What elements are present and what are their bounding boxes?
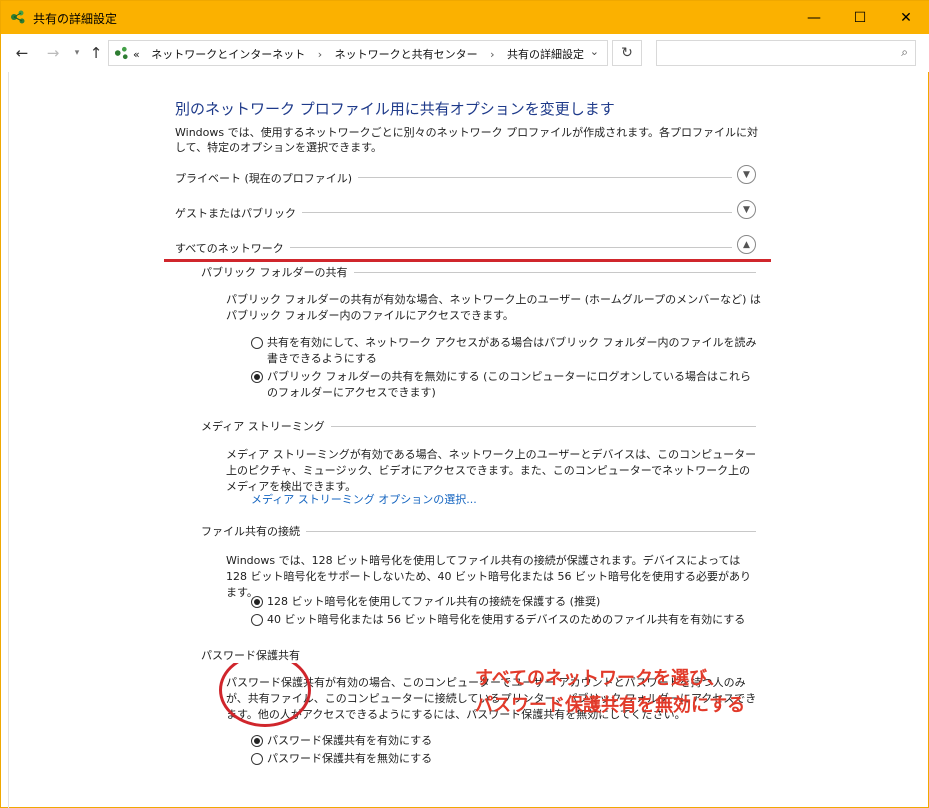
search-icon[interactable]: ⌕ [901, 45, 908, 60]
back-arrow-icon[interactable]: ← [12, 43, 32, 63]
address-dropdown-icon[interactable]: ⌄ [590, 45, 599, 58]
red-circle-annotation [219, 653, 311, 727]
breadcrumb-item[interactable]: ネットワークとインターネット [151, 48, 305, 61]
refresh-icon[interactable]: ↻ [612, 40, 642, 66]
annotation-line: パスワード保護共有を無効にする [475, 695, 746, 716]
minimize-button[interactable]: — [791, 1, 837, 34]
breadcrumb-item[interactable]: 共有の詳細設定 [507, 48, 584, 61]
search-input[interactable]: ⌕ [656, 40, 916, 66]
radio-button[interactable] [251, 753, 263, 765]
section-title: ファイル共有の接続 [201, 523, 306, 539]
section-password-sharing: パスワード保護共有 [201, 647, 756, 663]
page-description: Windows では、使用するネットワークごとに別々のネットワーク プロファイル… [175, 126, 758, 154]
radio-label[interactable]: パスワード保護共有を有効にする [267, 734, 432, 747]
title-bar: 共有の詳細設定 — ☐ ✕ [1, 1, 929, 34]
section-public-folder: パブリック フォルダーの共有 [201, 264, 756, 280]
chevron-down-icon[interactable]: ▼ [737, 165, 756, 184]
radio-label[interactable]: 128 ビット暗号化を使用してファイル共有の接続を保護する (推奨) [267, 595, 600, 608]
chevron-down-icon[interactable]: ▼ [737, 200, 756, 219]
section-title: パブリック フォルダーの共有 [201, 264, 354, 280]
window: 共有の詳細設定 — ☐ ✕ ← → ▾ ↑ « ネットワークとインターネット ›… [0, 0, 929, 808]
chevron-up-icon[interactable]: ▲ [737, 235, 756, 254]
address-toolbar: ← → ▾ ↑ « ネットワークとインターネット › ネットワークと共有センター… [1, 34, 929, 72]
close-button[interactable]: ✕ [883, 1, 929, 34]
radio-password-sharing-off[interactable]: パスワード保護共有を無効にする [251, 751, 761, 767]
radio-label[interactable]: パスワード保護共有を無効にする [267, 752, 432, 765]
breadcrumb: « ネットワークとインターネット › ネットワークと共有センター › 共有の詳細… [133, 46, 584, 62]
radio-label[interactable]: 共有を有効にして、ネットワーク アクセスがある場合はパブリック フォルダー内のフ… [267, 336, 757, 365]
radio-label[interactable]: パブリック フォルダーの共有を無効にする (このコンピューターにログオンしている… [267, 370, 751, 399]
section-title: パスワード保護共有 [201, 647, 306, 663]
radio-public-folder-disable[interactable]: パブリック フォルダーの共有を無効にする (このコンピューターにログオンしている… [251, 369, 761, 401]
radio-128bit-encryption[interactable]: 128 ビット暗号化を使用してファイル共有の接続を保護する (推奨) [251, 594, 761, 610]
section-title: メディア ストリーミング [201, 418, 331, 434]
profile-all-networks[interactable]: すべてのネットワーク ▲ [175, 235, 760, 260]
network-sharing-icon [11, 10, 25, 24]
section-text: パブリック フォルダーの共有が有効な場合、ネットワーク上のユーザー (ホームグル… [226, 293, 761, 322]
breadcrumb-overflow[interactable]: « [133, 48, 140, 61]
radio-label[interactable]: 40 ビット暗号化または 56 ビット暗号化を使用するデバイスのためのファイル共… [267, 613, 745, 626]
recent-locations-chevron-icon[interactable]: ▾ [67, 43, 87, 63]
section-text: メディア ストリーミングが有効である場合、ネットワーク上のユーザーとデバイスは、… [226, 448, 757, 493]
radio-password-sharing-on[interactable]: パスワード保護共有を有効にする [251, 733, 761, 749]
profile-label: すべてのネットワーク [175, 240, 290, 256]
breadcrumb-separator-icon[interactable]: › [318, 48, 322, 61]
radio-button[interactable] [251, 735, 263, 747]
radio-button[interactable] [251, 614, 263, 626]
section-media-streaming: メディア ストリーミング [201, 418, 756, 434]
forward-arrow-icon[interactable]: → [43, 43, 63, 63]
profile-label: ゲストまたはパブリック [175, 205, 302, 221]
maximize-button[interactable]: ☐ [837, 1, 883, 34]
profile-guest-public[interactable]: ゲストまたはパブリック ▼ [175, 200, 760, 225]
annotation-text: すべてのネットワークを選び、 パスワード保護共有を無効にする [475, 665, 745, 719]
up-arrow-icon[interactable]: ↑ [86, 43, 106, 63]
settings-content: 別のネットワーク プロファイル用に共有オプションを変更します Windows で… [1, 72, 929, 808]
radio-public-folder-enable[interactable]: 共有を有効にして、ネットワーク アクセスがある場合はパブリック フォルダー内のフ… [251, 335, 761, 367]
annotation-line: すべてのネットワークを選び、 [475, 668, 726, 689]
address-bar[interactable]: « ネットワークとインターネット › ネットワークと共有センター › 共有の詳細… [108, 40, 608, 66]
network-location-icon [114, 46, 128, 60]
radio-40-56bit-encryption[interactable]: 40 ビット暗号化または 56 ビット暗号化を使用するデバイスのためのファイル共… [251, 612, 761, 628]
section-file-sharing: ファイル共有の接続 [201, 523, 756, 539]
media-streaming-options-link[interactable]: メディア ストリーミング オプションの選択... [251, 491, 477, 507]
breadcrumb-item[interactable]: ネットワークと共有センター [335, 48, 478, 61]
radio-button[interactable] [251, 371, 263, 383]
window-title: 共有の詳細設定 [33, 12, 118, 26]
red-underline-annotation [164, 259, 771, 262]
radio-button[interactable] [251, 596, 263, 608]
page-title: 別のネットワーク プロファイル用に共有オプションを変更します [175, 100, 615, 118]
profile-label: プライベート (現在のプロファイル) [175, 170, 359, 186]
breadcrumb-separator-icon[interactable]: › [490, 48, 494, 61]
radio-button[interactable] [251, 337, 263, 349]
profile-private[interactable]: プライベート (現在のプロファイル) ▼ [175, 165, 760, 190]
